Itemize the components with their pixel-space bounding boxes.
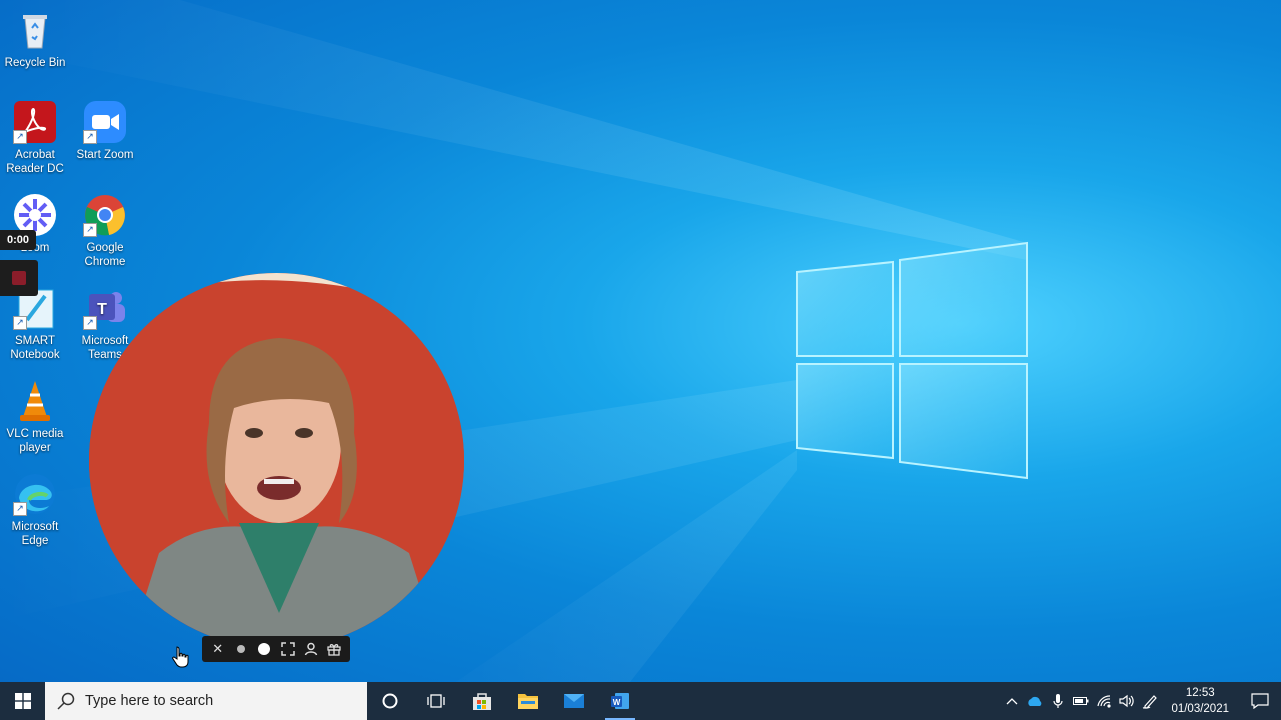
stop-recording-button[interactable] bbox=[0, 260, 38, 296]
teams-icon: T ↗ bbox=[83, 286, 127, 330]
volume-icon[interactable] bbox=[1115, 682, 1138, 720]
close-icon[interactable]: ✕ bbox=[209, 640, 227, 658]
desktop-icon-label: Google Chrome bbox=[84, 242, 126, 268]
clock[interactable]: 12:53 01/03/2021 bbox=[1161, 685, 1239, 717]
desktop-icon-label: SMART Notebook bbox=[10, 335, 60, 361]
microphone-icon[interactable] bbox=[1046, 682, 1069, 720]
webcam-feed bbox=[89, 273, 464, 648]
desktop-icon-smart-notebook[interactable]: ↗ SMART Notebook bbox=[0, 286, 70, 362]
small-dot-icon[interactable] bbox=[232, 640, 250, 658]
desktop-icon-acrobat[interactable]: ↗ Acrobat Reader DC bbox=[0, 100, 70, 176]
onedrive-icon[interactable] bbox=[1023, 682, 1046, 720]
file-explorer-button[interactable] bbox=[505, 682, 551, 720]
desktop-icon-label: Start Zoom bbox=[76, 149, 134, 161]
start-button[interactable] bbox=[0, 682, 45, 720]
svg-text:W: W bbox=[613, 698, 621, 707]
recycle-bin-icon bbox=[13, 8, 57, 52]
clock-time: 12:53 bbox=[1185, 687, 1215, 699]
desktop-icon-zoom[interactable]: ↗ Start Zoom bbox=[70, 100, 140, 162]
battery-icon[interactable] bbox=[1069, 682, 1092, 720]
desktop-icon-vlc[interactable]: VLC media player bbox=[0, 379, 70, 455]
desktop-icon-label: VLC media player bbox=[6, 428, 64, 454]
zoom-icon: ↗ bbox=[83, 100, 127, 144]
desktop-icon-edge[interactable]: ↗ Microsoft Edge bbox=[0, 472, 70, 548]
action-center-button[interactable] bbox=[1239, 682, 1281, 720]
hand-cursor-icon bbox=[172, 646, 189, 668]
notification-icon bbox=[1251, 693, 1269, 709]
taskbar: Type here to search W 12:53 01/03/2021 bbox=[0, 682, 1281, 720]
system-tray: 12:53 01/03/2021 bbox=[1000, 682, 1281, 720]
fullscreen-icon[interactable] bbox=[279, 640, 297, 658]
cortana-icon bbox=[382, 693, 398, 709]
store-icon bbox=[473, 693, 491, 710]
taskbar-search-box[interactable]: Type here to search bbox=[45, 682, 367, 720]
mail-button[interactable] bbox=[551, 682, 597, 720]
wifi-icon[interactable] bbox=[1092, 682, 1115, 720]
webcam-toolbar: ✕ bbox=[202, 636, 350, 662]
desktop-icon-label: Microsoft Edge bbox=[11, 521, 59, 547]
task-view-icon bbox=[427, 694, 445, 708]
person-icon[interactable] bbox=[302, 640, 320, 658]
gift-icon[interactable] bbox=[325, 640, 343, 658]
chevron-up-icon[interactable] bbox=[1000, 682, 1023, 720]
cortana-button[interactable] bbox=[367, 682, 413, 720]
windows-start-icon bbox=[14, 693, 31, 709]
large-dot-icon[interactable] bbox=[255, 640, 273, 658]
edge-icon: ↗ bbox=[13, 472, 57, 516]
mail-icon bbox=[564, 694, 584, 708]
pen-icon[interactable] bbox=[1138, 682, 1161, 720]
vlc-icon bbox=[13, 379, 57, 423]
search-placeholder: Type here to search bbox=[85, 693, 214, 709]
windows-logo bbox=[796, 241, 1028, 480]
search-icon bbox=[57, 692, 75, 710]
task-view-button[interactable] bbox=[413, 682, 459, 720]
desktop-icon-chrome[interactable]: ↗ Google Chrome bbox=[70, 193, 140, 269]
word-icon: W bbox=[611, 693, 629, 709]
desktop-icon-label: Recycle Bin bbox=[4, 57, 66, 69]
store-button[interactable] bbox=[459, 682, 505, 720]
desktop-icon-recycle-bin[interactable]: Recycle Bin bbox=[0, 8, 70, 70]
word-button[interactable]: W bbox=[597, 682, 643, 720]
clock-date: 01/03/2021 bbox=[1171, 703, 1229, 715]
file-explorer-icon bbox=[518, 694, 538, 709]
stop-icon bbox=[12, 271, 26, 285]
webcam-bubble[interactable] bbox=[89, 273, 464, 648]
recording-timer: 0:00 bbox=[0, 230, 36, 250]
desktop-icon-label: Acrobat Reader DC bbox=[6, 149, 64, 175]
svg-text:T: T bbox=[97, 301, 107, 318]
chrome-icon: ↗ bbox=[83, 193, 127, 237]
acrobat-icon: ↗ bbox=[13, 100, 57, 144]
